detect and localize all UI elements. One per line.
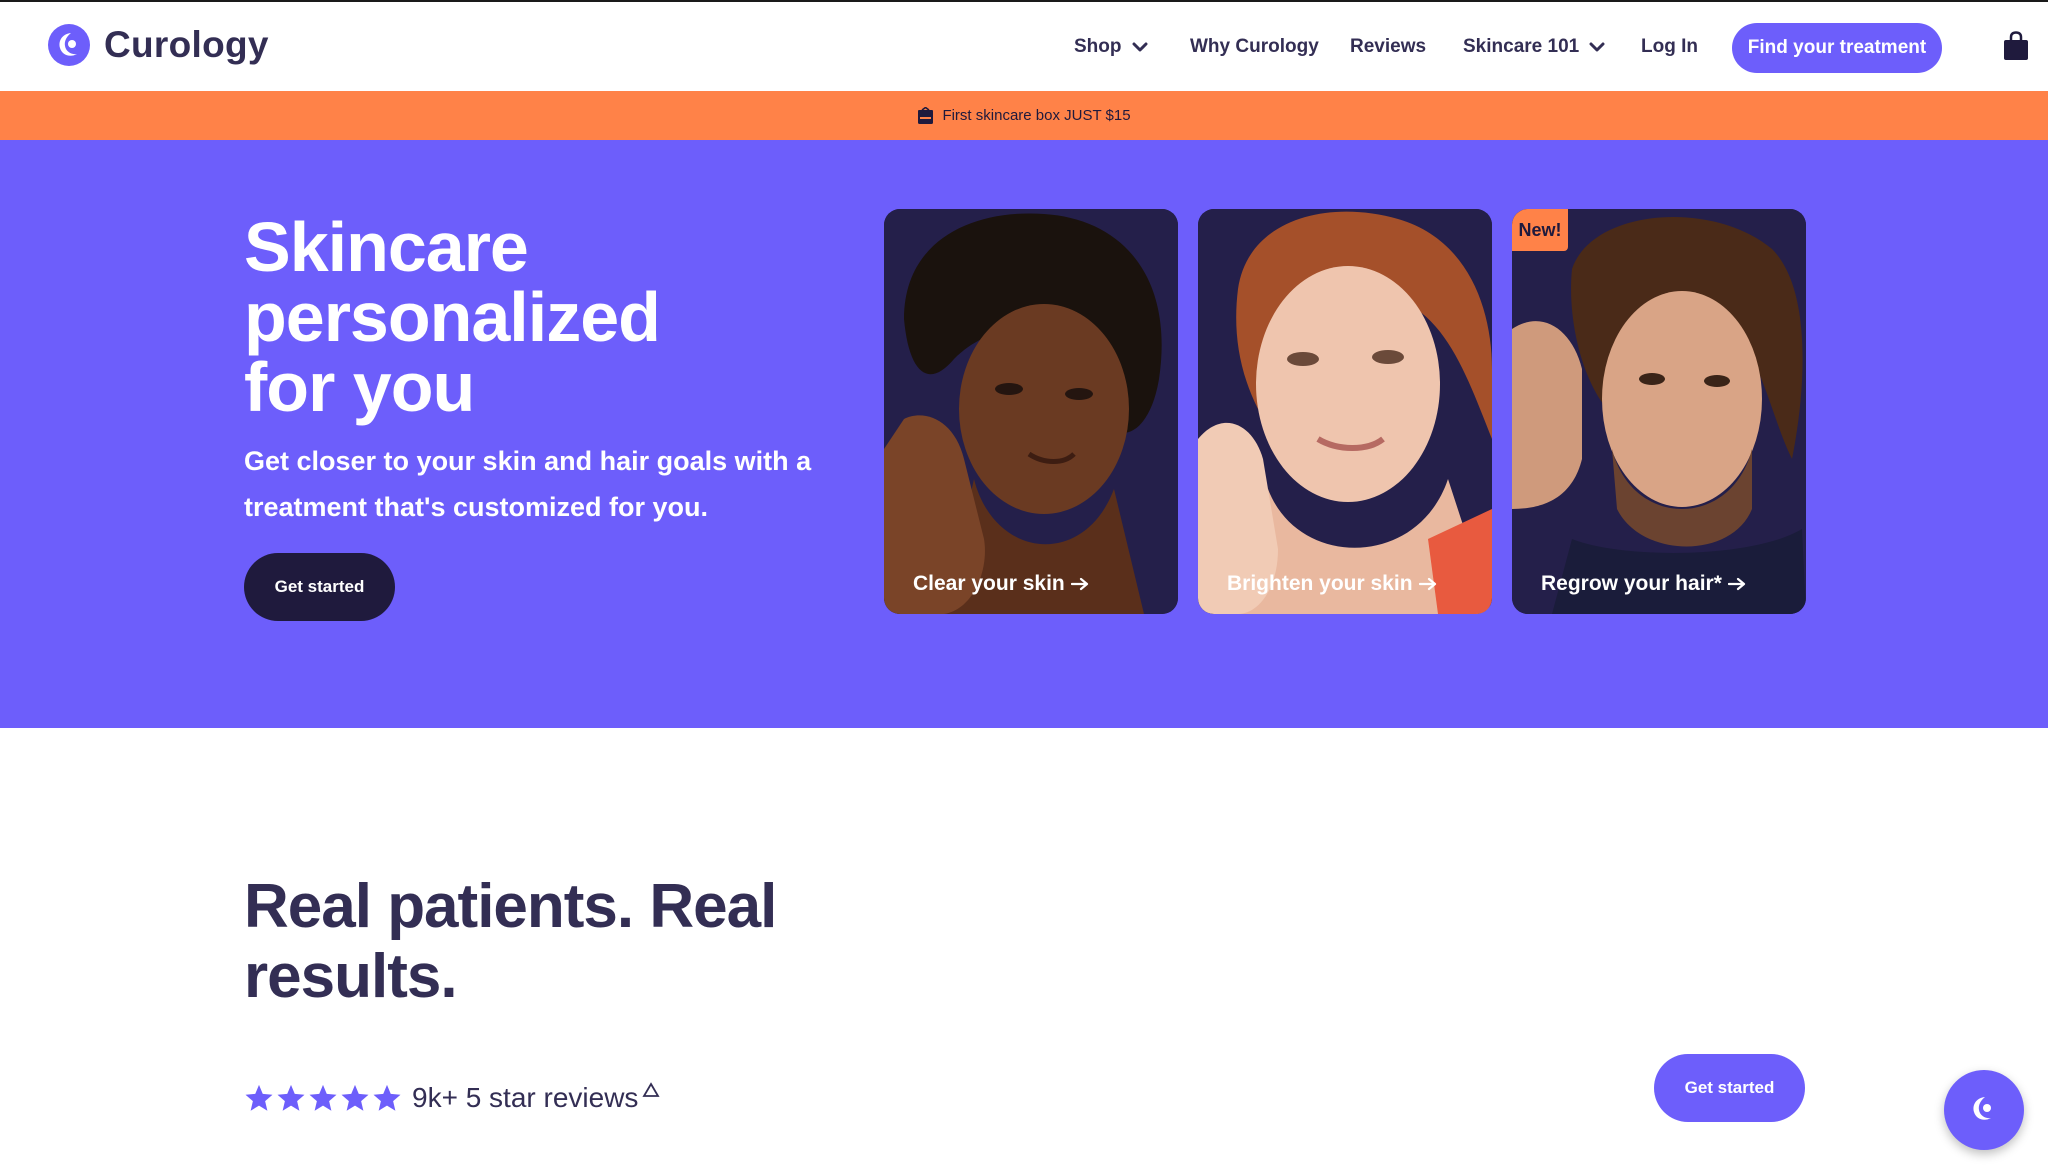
card-regrow-hair-text: Regrow your hair* (1541, 572, 1722, 595)
find-treatment-button[interactable]: Find your treatment (1732, 23, 1942, 73)
card-clear-skin[interactable]: Clear your skin (884, 209, 1178, 614)
brighten-skin-photo (1198, 209, 1492, 614)
star-icon (309, 1084, 337, 1111)
results-title: Real patients. Real results. (244, 872, 777, 1011)
gift-box-icon (918, 106, 934, 124)
card-brighten-skin-text: Brighten your skin (1227, 572, 1413, 595)
rating-summary[interactable]: 9k+ 5 star reviews (244, 1082, 660, 1114)
star-icon (277, 1084, 305, 1111)
nav-skincare-101-label: Skincare 101 (1463, 36, 1580, 57)
new-badge: New! (1512, 209, 1568, 251)
main-nav: Shop Why Curology Reviews Skincare 101 L… (0, 2, 2048, 91)
shopping-bag-icon[interactable] (2003, 31, 2029, 61)
nav-why-curology[interactable]: Why Curology (1190, 36, 1319, 58)
star-icon (245, 1084, 273, 1111)
nav-shop[interactable]: Shop (1074, 36, 1148, 58)
clear-skin-photo (884, 209, 1178, 614)
card-clear-skin-label: Clear your skin (913, 572, 1089, 596)
star-icon (373, 1084, 401, 1111)
nav-skincare-101[interactable]: Skincare 101 (1463, 36, 1605, 58)
card-regrow-hair-label: Regrow your hair* (1541, 572, 1746, 596)
nav-log-in[interactable]: Log In (1641, 36, 1698, 58)
rating-text: 9k+ 5 star reviews (412, 1082, 639, 1113)
chevron-down-icon (1132, 42, 1147, 52)
chevron-down-icon (1589, 42, 1605, 52)
regrow-hair-photo (1512, 209, 1806, 614)
hero-section: Skincare personalized for you Get closer… (0, 140, 2048, 728)
arrow-right-icon (1727, 577, 1745, 591)
chat-button[interactable] (1944, 1070, 2024, 1150)
curology-logo-icon (1973, 1097, 1991, 1120)
card-brighten-skin-label: Brighten your skin (1227, 572, 1437, 596)
arrow-right-icon (1418, 577, 1436, 591)
star-icon (341, 1084, 369, 1111)
promo-banner[interactable]: First skincare box JUST $15 (0, 91, 2048, 140)
card-regrow-hair[interactable]: New! Regrow your hair* (1512, 209, 1806, 614)
site-header: Curology Shop Why Curology Reviews Skinc… (0, 2, 2048, 91)
hero-subtitle: Get closer to your skin and hair goals w… (244, 446, 812, 522)
card-clear-skin-text: Clear your skin (913, 572, 1065, 595)
promo-text: First skincare box JUST $15 (942, 107, 1131, 124)
arrow-right-icon (1070, 577, 1088, 591)
star-rating (244, 1083, 402, 1113)
nav-reviews[interactable]: Reviews (1350, 36, 1426, 58)
hero-get-started-button[interactable]: Get started (244, 553, 395, 621)
hero-title: Skincare personalized for you (244, 208, 661, 426)
nav-shop-label: Shop (1074, 36, 1122, 57)
results-get-started-button[interactable]: Get started (1654, 1054, 1805, 1122)
triangle-footnote-icon (642, 1082, 660, 1097)
card-brighten-skin[interactable]: Brighten your skin (1198, 209, 1492, 614)
